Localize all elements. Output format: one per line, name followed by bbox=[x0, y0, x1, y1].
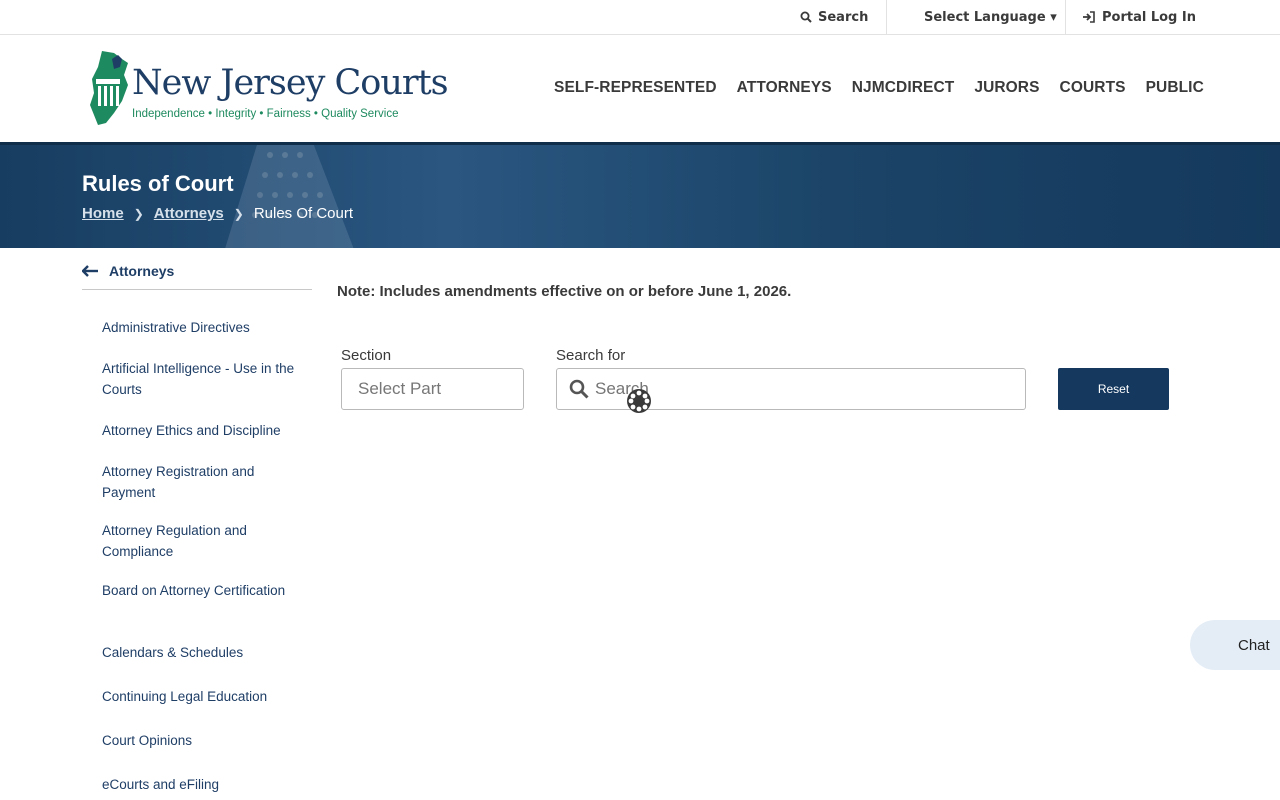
sidebar-item-regulation-compliance[interactable]: Attorney Regulation and Compliance bbox=[102, 520, 302, 562]
sidebar-item-ecourts[interactable]: eCourts and eFiling bbox=[102, 774, 302, 795]
nav-attorneys[interactable]: ATTORNEYS bbox=[737, 79, 832, 97]
section-select[interactable]: Select Part bbox=[341, 368, 524, 410]
section-label: Section bbox=[341, 347, 392, 364]
top-search-label: Search bbox=[818, 9, 869, 25]
sidebar-back-label: Attorneys bbox=[109, 262, 175, 279]
search-for-label: Search for bbox=[556, 347, 626, 364]
nav-jurors[interactable]: JURORS bbox=[974, 79, 1039, 97]
breadcrumb: Home ❯ Attorneys ❯ Rules Of Court bbox=[82, 205, 353, 222]
chat-label: Chat bbox=[1238, 636, 1270, 654]
breadcrumb-home[interactable]: Home bbox=[82, 205, 124, 222]
loading-spinner-icon bbox=[627, 389, 651, 413]
divider bbox=[886, 0, 887, 34]
portal-login-label: Portal Log In bbox=[1102, 9, 1196, 25]
logo-title: New Jersey Courts bbox=[132, 63, 449, 103]
section-select-value: Select Part bbox=[358, 379, 442, 398]
sidebar-back-link[interactable]: Attorneys bbox=[82, 260, 312, 290]
breadcrumb-current: Rules Of Court bbox=[253, 205, 354, 222]
sign-in-icon bbox=[1083, 11, 1095, 23]
nav-self-represented[interactable]: SELF-REPRESENTED bbox=[554, 79, 717, 97]
page-banner: Rules of Court Home ❯ Attorneys ❯ Rules … bbox=[0, 142, 1280, 248]
nav-public[interactable]: PUBLIC bbox=[1146, 79, 1204, 97]
search-icon bbox=[569, 379, 589, 399]
portal-login-link[interactable]: Portal Log In bbox=[1082, 0, 1196, 34]
breadcrumb-attorneys[interactable]: Attorneys bbox=[154, 205, 224, 222]
main-nav: SELF-REPRESENTED ATTORNEYS NJMCDIRECT JU… bbox=[554, 79, 1224, 97]
top-search-link[interactable]: Search bbox=[800, 0, 868, 34]
sidebar-item-calendars[interactable]: Calendars & Schedules bbox=[102, 642, 302, 663]
chat-button[interactable]: Chat bbox=[1190, 620, 1280, 670]
site-logo[interactable]: New Jersey Courts Independence • Integri… bbox=[88, 49, 449, 129]
language-label: Select Language ▾ bbox=[924, 9, 1057, 25]
page-title: Rules of Court bbox=[82, 171, 234, 196]
sidebar-item-ethics-discipline[interactable]: Attorney Ethics and Discipline bbox=[102, 420, 302, 441]
nj-state-icon bbox=[90, 51, 128, 125]
sidebar: Attorneys Administrative Directives Arti… bbox=[82, 260, 312, 792]
sidebar-item-artificial-intelligence[interactable]: Artificial Intelligence - Use in the Cou… bbox=[102, 358, 302, 400]
logo-tagline: Independence • Integrity • Fairness • Qu… bbox=[132, 108, 399, 120]
sidebar-item-administrative-directives[interactable]: Administrative Directives bbox=[102, 317, 302, 338]
reset-button[interactable]: Reset bbox=[1058, 368, 1169, 410]
nav-courts[interactable]: COURTS bbox=[1060, 79, 1126, 97]
language-select[interactable]: Select Language ▾ bbox=[924, 0, 1057, 34]
sidebar-item-court-opinions[interactable]: Court Opinions bbox=[102, 730, 302, 751]
chevron-right-icon: ❯ bbox=[133, 206, 144, 221]
sidebar-item-registration-payment[interactable]: Attorney Registration and Payment bbox=[102, 461, 302, 503]
sidebar-item-board-certification[interactable]: Board on Attorney Certification bbox=[102, 580, 302, 601]
site-header: New Jersey Courts Independence • Integri… bbox=[0, 35, 1280, 142]
nav-njmcdirect[interactable]: NJMCDIRECT bbox=[852, 79, 955, 97]
search-input[interactable] bbox=[595, 379, 995, 399]
utility-bar: Search Select Language ▾ Portal Log In bbox=[0, 0, 1280, 35]
sidebar-item-cle[interactable]: Continuing Legal Education bbox=[102, 686, 302, 707]
arrow-left-icon bbox=[82, 264, 98, 277]
search-icon bbox=[800, 11, 812, 23]
amendments-note: Note: Includes amendments effective on o… bbox=[337, 283, 792, 300]
chevron-right-icon: ❯ bbox=[233, 206, 244, 221]
divider bbox=[1065, 0, 1066, 34]
